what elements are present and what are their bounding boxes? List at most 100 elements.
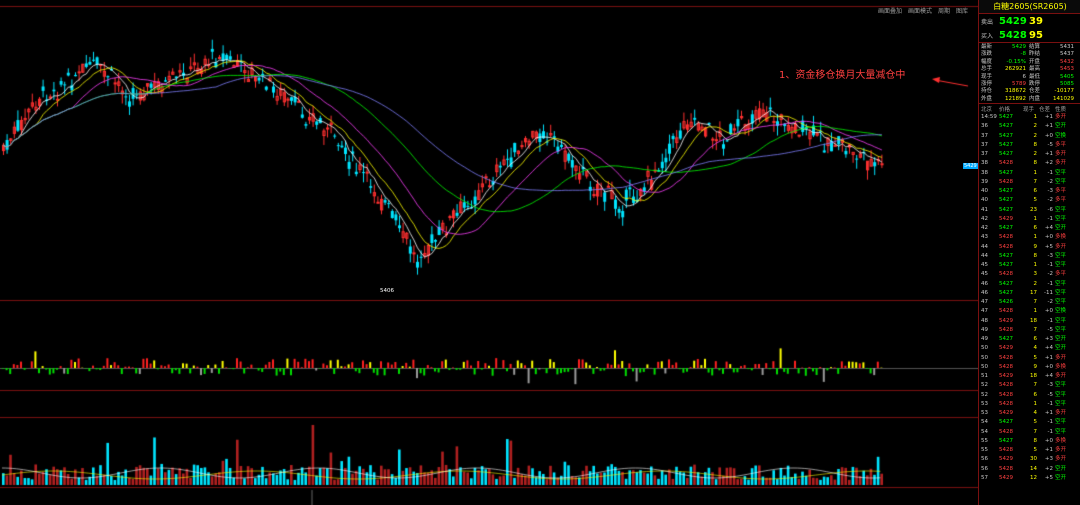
tick-cell: 2 bbox=[1033, 132, 1038, 139]
tick-cell: 47 bbox=[981, 299, 988, 306]
tick-row: 39 5428 7 -2 空平 bbox=[981, 178, 1079, 187]
tick-cell: 54 bbox=[981, 419, 988, 426]
stat-value: -0.15% bbox=[1006, 58, 1026, 65]
tick-cell: 5429 bbox=[999, 474, 1013, 481]
tick-cell: 47 bbox=[981, 308, 988, 315]
tick-row: 47 5426 7 -2 空平 bbox=[981, 298, 1079, 307]
tick-cell: 5 bbox=[1033, 447, 1038, 454]
tick-cell: 12 bbox=[1030, 474, 1037, 481]
tick-row: 46 5427 2 -1 空平 bbox=[981, 280, 1079, 289]
tick-cell: +0 bbox=[1044, 234, 1053, 241]
annotation-text: 1、资金移仓换月大量减仓中 bbox=[779, 70, 906, 81]
tick-cell: 空开 bbox=[1055, 123, 1067, 130]
tick-cell: +1 bbox=[1044, 123, 1053, 130]
bid-price: 5428 bbox=[999, 29, 1027, 41]
tick-cell: 空平 bbox=[1055, 215, 1067, 222]
tick-cell: +0 bbox=[1044, 437, 1053, 444]
tick-cell: 52 bbox=[981, 382, 988, 389]
tick-cell: 5428 bbox=[999, 243, 1013, 250]
tick-cell: 5427 bbox=[999, 437, 1013, 444]
tick-row: 40 5427 5 -2 多平 bbox=[981, 196, 1079, 205]
tick-row: 46 5427 17 -11 空平 bbox=[981, 289, 1079, 298]
current-price-tag: 5429 bbox=[963, 163, 978, 169]
tick-cell: 49 bbox=[981, 336, 988, 343]
tick-cell: +0 bbox=[1044, 132, 1053, 139]
tick-row: 54 5428 7 -1 空平 bbox=[981, 428, 1079, 437]
tick-cell: 46 bbox=[981, 280, 988, 287]
mode-button[interactable]: 画面模式 bbox=[908, 6, 932, 15]
tick-cell: -5 bbox=[1047, 391, 1053, 398]
stat-label: 昨结 bbox=[1029, 51, 1041, 58]
tick-cell: -2 bbox=[1047, 271, 1053, 278]
tick-cell: 2 bbox=[1033, 123, 1038, 130]
tick-row: 53 5429 4 +1 多开 bbox=[981, 409, 1079, 418]
tick-row: 43 5428 1 +0 多换 bbox=[981, 233, 1079, 242]
tick-cell: 30 bbox=[1030, 456, 1037, 463]
stat-label: 持仓 bbox=[981, 88, 993, 95]
tick-cell: 空开 bbox=[1055, 474, 1067, 481]
tick-row: 51 5429 18 +4 多开 bbox=[981, 372, 1079, 381]
tick-cell: 空换 bbox=[1055, 132, 1067, 139]
contract-title[interactable]: 白糖2605(SR2605) bbox=[979, 0, 1080, 14]
tick-cell: 7 bbox=[1033, 428, 1038, 435]
tick-row: 50 5428 5 +1 多开 bbox=[981, 354, 1079, 363]
tick-cell: 5428 bbox=[999, 428, 1013, 435]
tick-cell: 5 bbox=[1033, 419, 1038, 426]
tick-cell: -1 bbox=[1047, 428, 1053, 435]
tick-cell: 7 bbox=[1033, 382, 1038, 389]
tick-cell: 空平 bbox=[1055, 428, 1067, 435]
tick-cell: +4 bbox=[1044, 345, 1053, 352]
tick-cell: 56 bbox=[981, 465, 988, 472]
tick-cell: 空平 bbox=[1055, 326, 1067, 333]
tick-row: 44 5427 8 -3 空平 bbox=[981, 252, 1079, 261]
tick-cell: 6 bbox=[1033, 188, 1038, 195]
tick-cell: 53 bbox=[981, 410, 988, 417]
tick-cell: 5428 bbox=[999, 271, 1013, 278]
tick-cell: 空平 bbox=[1055, 299, 1067, 306]
stat-label: 仓差 bbox=[1029, 88, 1041, 95]
tick-cell: 42 bbox=[981, 225, 988, 232]
ticks-header-cell: 现手 bbox=[1023, 107, 1035, 114]
tick-cell: +1 bbox=[1044, 151, 1053, 158]
tick-cell: -3 bbox=[1047, 382, 1053, 389]
tick-cell: 17 bbox=[1030, 289, 1037, 296]
tick-cell: 多平 bbox=[1055, 197, 1067, 204]
tick-cell: 8 bbox=[1033, 252, 1038, 259]
stats-grid: 最新 5429 结算 5431 涨跌 -8 昨结 5437 幅度 -0.15% 开盘 5432 总手 26… bbox=[979, 43, 1080, 103]
tick-cell: 多平 bbox=[1055, 271, 1067, 278]
tick-cell: 5427 bbox=[999, 206, 1013, 213]
overlay-button[interactable]: 画面叠加 bbox=[878, 6, 902, 15]
tick-cell: 55 bbox=[981, 437, 988, 444]
tick-cell: 空开 bbox=[1055, 465, 1067, 472]
tick-cell: 1 bbox=[1033, 262, 1038, 269]
tick-cell: 空换 bbox=[1055, 308, 1067, 315]
tick-cell: 18 bbox=[1030, 373, 1037, 380]
tick-cell: 45 bbox=[981, 271, 988, 278]
tick-cell: -3 bbox=[1047, 252, 1053, 259]
library-button[interactable]: 图库 bbox=[956, 6, 968, 15]
tick-row: 44 5428 9 +5 多开 bbox=[981, 243, 1079, 252]
tick-row: 54 5427 5 -1 空平 bbox=[981, 418, 1079, 427]
period-button[interactable]: 周期 bbox=[938, 6, 950, 15]
tick-row: 37 5427 2 +0 空换 bbox=[981, 132, 1079, 141]
tick-cell: 50 bbox=[981, 345, 988, 352]
tick-cell: 57 bbox=[981, 474, 988, 481]
tick-cell: 1 bbox=[1033, 234, 1038, 241]
bid-volume: 95 bbox=[1029, 29, 1043, 41]
tick-row: 38 5427 1 -1 空平 bbox=[981, 169, 1079, 178]
tick-cell: 46 bbox=[981, 289, 988, 296]
tick-cell: +1 bbox=[1044, 354, 1053, 361]
tick-cell: 37 bbox=[981, 132, 988, 139]
tick-cell: 空开 bbox=[1055, 336, 1067, 343]
tick-cell: 5426 bbox=[999, 299, 1013, 306]
ticks-header-cell: 性质 bbox=[1055, 107, 1067, 114]
quote-panel: 白糖2605(SR2605) 卖出 5429 39 买入 5428 95 最新 5… bbox=[978, 0, 1080, 505]
tick-cell: 1 bbox=[1033, 308, 1038, 315]
tick-cell: 5427 bbox=[999, 419, 1013, 426]
tick-cell: 多开 bbox=[1055, 354, 1067, 361]
tick-row: 57 5429 12 +5 空开 bbox=[981, 474, 1079, 483]
stat-value: 5429 bbox=[1012, 44, 1026, 50]
tick-cell: -1 bbox=[1047, 262, 1053, 269]
ticks-list[interactable]: 14:59 5427 1 +1 多开 36 5427 2 +1 空开 37 5427 2 +0 空换 37 54… bbox=[979, 113, 1080, 483]
tick-cell: -2 bbox=[1047, 178, 1053, 185]
